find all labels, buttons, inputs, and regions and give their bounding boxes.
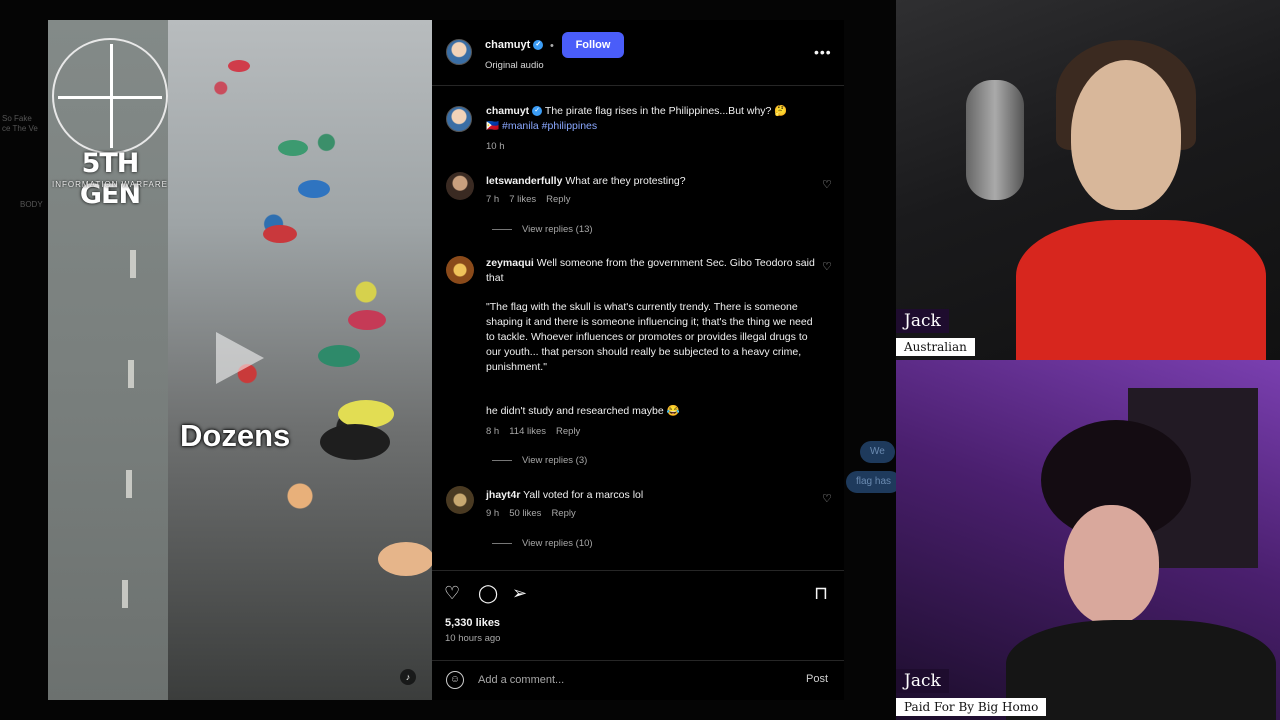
comment-meta: 7 h 7 likes Reply [486,194,580,205]
umbrella [278,140,308,156]
avatar[interactable] [446,172,474,200]
avatar[interactable] [446,39,472,65]
ghost-text: ce The Ve [2,124,38,133]
streamer-role: Australian [896,338,975,356]
separator-dot: • [550,40,554,52]
comments-list: chamuyt ✓ The pirate flag rises in the Ph… [432,86,844,570]
audio-label[interactable]: Original audio [485,60,544,71]
umbrella [320,424,390,460]
comment-likes[interactable]: 114 likes [509,426,546,437]
comment-username[interactable]: zeymaqui [486,257,534,269]
comment-body: What are they protesting? [565,175,686,187]
streamer-face [1071,60,1181,210]
comment-likes[interactable]: 7 likes [509,194,536,205]
comment-time: 8 h [486,426,500,437]
like-count[interactable]: 5,330 likes [445,617,500,629]
comment-username[interactable]: chamuyt [486,105,529,117]
umbrella [263,225,297,243]
umbrella [378,542,432,576]
heart-icon[interactable]: ♡ [444,583,460,604]
comment-icon[interactable]: ◯ [478,583,498,604]
reply-link[interactable]: Reply [546,194,570,205]
chat-bubble: flag has [846,471,902,493]
comment-body: Well someone from the government Sec. Gi… [486,257,815,284]
caption-body: The pirate flag rises in the Philippines… [544,105,788,117]
like-heart-icon[interactable]: ♡ [822,492,834,505]
post-username[interactable]: chamuyt ✓ [485,39,544,51]
reply-link[interactable]: Reply [551,508,575,519]
streamer-name: Jack [896,669,949,693]
emoji-icon[interactable]: ☺ [446,671,464,689]
comment-text: zeymaqui Well someone from the governmen… [486,256,816,286]
comment-time: 9 h [486,508,500,519]
speaker-icon[interactable]: ♪ [400,669,416,685]
lane-mark [122,580,128,608]
logo-title: 5TH GEN [79,148,141,210]
streamer-shirt [1006,620,1276,720]
like-heart-icon[interactable]: ♡ [822,178,834,191]
verified-icon: ✓ [532,106,543,117]
chat-bubble: We [860,441,895,463]
lane-mark [126,470,132,498]
logo-subtitle: INFORMATION WARFARE [52,180,168,189]
protest-crowd [168,20,432,700]
reply-link[interactable]: Reply [556,426,580,437]
like-heart-icon[interactable]: ♡ [822,260,834,273]
webcam-1: Jack Australian [896,0,1280,360]
follow-button[interactable]: Follow [562,32,624,58]
stream-layout: So Fake ce The Ve BODY 5TH GEN INFORMATI… [0,0,1280,720]
comment-composer: ☺ Post [432,660,844,700]
view-replies-link[interactable]: View replies (13) [492,224,593,235]
comment-text: jhayt4r Yall voted for a marcos lol [486,488,816,503]
post-time: 10 hours ago [445,633,501,644]
streamer-face [1064,505,1159,625]
streamer-shirt [1016,220,1266,360]
umbrella [298,180,330,198]
umbrella [318,345,360,367]
bookmark-icon[interactable]: ⊓ [814,583,828,604]
comment-time: 7 h [486,194,500,205]
comment-text: letswanderfully What are they protesting… [486,174,816,189]
verified-icon: ✓ [533,40,544,51]
comment-input[interactable] [478,672,778,688]
more-horizontal-icon[interactable]: ••• [814,44,832,60]
lane-mark [130,250,136,278]
reel-video[interactable]: 5TH GEN INFORMATION WARFARE Dozens ♪ [48,20,432,700]
streamer-name: Jack [896,309,949,333]
logo-cross [110,44,113,148]
caption-time: 10 h [486,141,505,152]
microphone [966,80,1024,200]
ghost-text: BODY [20,200,43,209]
comment-likes[interactable]: 50 likes [509,508,541,519]
lane-mark [128,360,134,388]
post-button[interactable]: Post [806,673,828,685]
channel-logo [52,38,168,154]
comment-quote: "The flag with the skull is what's curre… [486,301,813,373]
post-actions: ♡ ◯ ➢ ⊓ 5,330 likes 10 hours ago [432,570,844,660]
ghost-text: So Fake [2,114,32,123]
comment-username[interactable]: letswanderfully [486,175,562,187]
streamer-role: Paid For By Big Homo [896,698,1047,716]
comment-body: Yall voted for a marcos lol [523,489,644,501]
share-icon[interactable]: ➢ [512,583,527,604]
comment-extra: he didn't study and researched maybe 😂 [486,405,680,417]
play-icon[interactable] [216,332,264,384]
caption-text: chamuyt ✓ The pirate flag rises in the Ph… [486,104,816,134]
view-replies-link[interactable]: View replies (3) [492,455,587,466]
avatar[interactable] [446,106,472,132]
video-caption: Dozens [180,418,291,453]
post-header: chamuyt ✓ • Follow Original audio ••• [432,20,844,86]
avatar[interactable] [446,256,474,284]
hashtags[interactable]: 🇵🇭 #manila #philippines [486,120,597,132]
view-replies-link[interactable]: View replies (10) [492,538,593,549]
instagram-post-panel: chamuyt ✓ • Follow Original audio ••• cha… [432,20,844,700]
avatar[interactable] [446,486,474,514]
webcam-2: Jack Paid For By Big Homo [896,360,1280,720]
comment-meta: 8 h 114 likes Reply [486,426,590,437]
comment-username[interactable]: jhayt4r [486,489,520,501]
comment-meta: 9 h 50 likes Reply [486,508,586,519]
umbrella [348,310,386,330]
umbrella [228,60,250,72]
